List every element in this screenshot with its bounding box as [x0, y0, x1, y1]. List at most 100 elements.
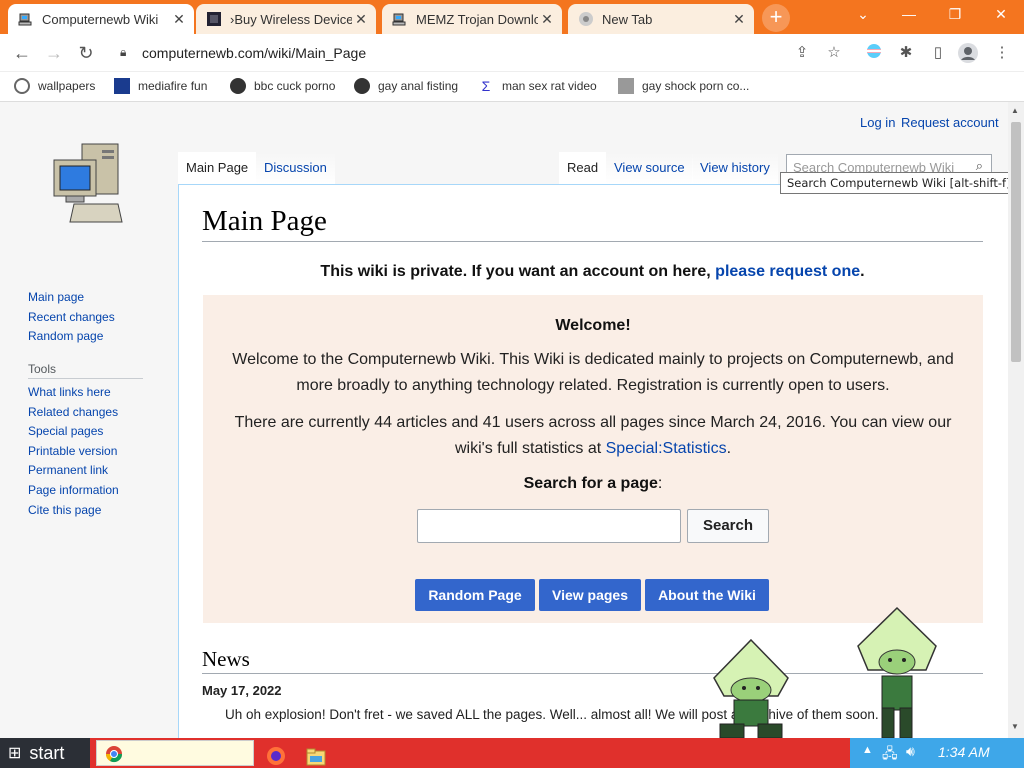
bookmarks-bar: wallpapers mediafire fun bbc cuck porno …: [0, 72, 1024, 102]
welcome-box: Welcome! Welcome to the Computernewb Wik…: [203, 295, 983, 623]
sidebar-item-related-changes[interactable]: Related changes: [28, 403, 143, 423]
browser-tab-strip: Computernewb Wiki ✕ ›Buy Wireless Device…: [0, 0, 1024, 34]
sidebar-item-printable-version[interactable]: Printable version: [28, 442, 143, 462]
sidebar-navigation: Main page Recent changes Random page: [28, 288, 115, 347]
scrollbar-thumb[interactable]: [1011, 122, 1021, 362]
chrome-icon: [105, 746, 123, 763]
menu-kebab-icon[interactable]: ⋮: [992, 43, 1012, 63]
view-pages-button[interactable]: View pages: [539, 579, 641, 611]
bookmark-label: mediafire fun: [138, 79, 208, 93]
tab-buy-wireless[interactable]: ›Buy Wireless Device ✕: [196, 4, 376, 34]
extension-flag-icon[interactable]: [864, 43, 884, 63]
minimize-button[interactable]: —: [886, 0, 932, 30]
about-wiki-button[interactable]: About the Wiki: [645, 579, 769, 611]
search-button[interactable]: Search: [687, 509, 769, 543]
wiki-logo-computer-icon[interactable]: [52, 142, 124, 226]
bookmark-label: bbc cuck porno: [254, 79, 336, 93]
news-text: Uh oh explosion! Don't fret - we saved A…: [225, 707, 879, 722]
page-search-input[interactable]: [417, 509, 681, 543]
volume-icon[interactable]: 🔊︎: [906, 743, 915, 760]
taskbar: ⊞ start ▲ 🖧︎ 🔊︎ 1:34 AM: [0, 738, 1024, 768]
scroll-up-arrow-icon[interactable]: ▲: [1011, 106, 1019, 115]
globe-icon: [14, 78, 30, 94]
show-hidden-icons-arrow-icon[interactable]: ▲: [862, 744, 873, 756]
close-tab-icon[interactable]: ✕: [170, 11, 188, 28]
reload-icon[interactable]: ↻: [74, 41, 98, 65]
sidebar-item-random-page[interactable]: Random page: [28, 327, 115, 347]
notice-text: This wiki is private. If you want an acc…: [320, 263, 716, 280]
random-page-button[interactable]: Random Page: [415, 579, 535, 611]
bookmark-3[interactable]: bbc cuck porno: [230, 78, 335, 94]
profile-avatar-icon[interactable]: [958, 43, 978, 63]
sidebar-item-cite-this-page[interactable]: Cite this page: [28, 501, 143, 521]
wiki-favicon-icon: [618, 78, 634, 94]
browser-toolbar: ← → ↻ 🔒︎ computernewb.com/wiki/Main_Page…: [0, 34, 1024, 72]
windows-logo-icon: ⊞: [8, 745, 22, 762]
bookmark-wallpapers[interactable]: wallpapers: [14, 78, 95, 94]
green-character-sitting-image[interactable]: [706, 638, 796, 738]
close-tab-icon[interactable]: ✕: [730, 11, 748, 28]
sidebar-tools-heading: Tools: [28, 362, 143, 379]
login-link[interactable]: Log in: [860, 115, 895, 130]
scroll-down-arrow-icon[interactable]: ▼: [1011, 722, 1019, 731]
sidebar-item-main-page[interactable]: Main page: [28, 288, 115, 308]
statistics-paragraph: There are currently 44 articles and 41 u…: [223, 410, 963, 462]
tab-main-page[interactable]: Main Page: [178, 152, 257, 184]
url-text: computernewb.com/wiki/Main_Page: [142, 45, 367, 61]
request-account-notice-link[interactable]: please request one: [715, 263, 860, 280]
back-arrow-icon[interactable]: ←: [10, 41, 34, 65]
network-icon[interactable]: 🖧︎: [882, 743, 898, 767]
extensions-puzzle-icon[interactable]: ✱: [896, 43, 916, 63]
bookmark-5[interactable]: Σ man sex rat video: [478, 78, 597, 94]
special-statistics-link[interactable]: Special:Statistics: [606, 440, 727, 457]
bookmark-4[interactable]: gay anal fisting: [354, 78, 458, 94]
firefox-icon[interactable]: [266, 743, 286, 769]
request-account-link[interactable]: Request account: [901, 115, 999, 130]
sidebar-item-special-pages[interactable]: Special pages: [28, 422, 143, 442]
tab-search-chevron-icon[interactable]: ⌄: [840, 0, 886, 30]
tab-new-tab[interactable]: New Tab ✕: [568, 4, 754, 34]
globe-icon: [230, 78, 246, 94]
clock[interactable]: 1:34 AM: [938, 744, 990, 760]
bookmark-label: wallpapers: [38, 79, 96, 93]
tab-view-source[interactable]: View source: [606, 152, 693, 184]
tab-title: MEMZ Trojan Downlo: [416, 11, 538, 27]
taskbar-chrome-window[interactable]: [96, 740, 254, 766]
sidebar-item-recent-changes[interactable]: Recent changes: [28, 308, 115, 328]
close-window-button[interactable]: ✕: [978, 0, 1024, 30]
forward-arrow-icon[interactable]: →: [42, 41, 66, 65]
sidebar-item-what-links-here[interactable]: What links here: [28, 383, 143, 403]
share-icon[interactable]: ⇪: [792, 43, 812, 63]
start-label: start: [29, 742, 65, 763]
close-tab-icon[interactable]: ✕: [352, 11, 370, 28]
search-label-text: Search for a page: [523, 475, 658, 492]
dark-site-favicon-icon: [207, 12, 221, 26]
page-scrollbar[interactable]: ▲ ▼: [1008, 102, 1024, 738]
statistics-text: There are currently 44 articles and 41 u…: [234, 414, 952, 457]
tab-computernewb-wiki[interactable]: Computernewb Wiki ✕: [8, 4, 194, 34]
bookmark-star-icon[interactable]: ☆: [824, 43, 844, 63]
tab-view-history[interactable]: View history: [692, 152, 778, 184]
new-tab-button[interactable]: +: [762, 4, 790, 32]
search-for-page-label: Search for a page:: [203, 475, 983, 493]
start-button[interactable]: ⊞ start: [0, 738, 90, 768]
tab-read[interactable]: Read: [559, 152, 607, 184]
page-title: Main Page: [202, 205, 327, 237]
bookmark-label: gay shock porn co...: [642, 79, 750, 93]
wiki-favicon-icon: [18, 13, 32, 26]
green-character-standing-image[interactable]: [856, 606, 938, 738]
search-tooltip: Search Computernewb Wiki [alt-shift-f]: [780, 172, 1008, 194]
close-tab-icon[interactable]: ✕: [538, 11, 556, 28]
bookmark-mediafire-fun[interactable]: mediafire fun: [114, 78, 207, 94]
bookmark-label: man sex rat video: [502, 79, 597, 93]
sidebar-item-permanent-link[interactable]: Permanent link: [28, 461, 143, 481]
mediafire-icon: [114, 78, 130, 94]
side-panel-icon[interactable]: ▯: [928, 43, 948, 63]
bookmark-6[interactable]: gay shock porn co...: [618, 78, 749, 94]
file-explorer-folder-icon[interactable]: [306, 744, 326, 770]
address-bar[interactable]: 🔒︎ computernewb.com/wiki/Main_Page: [108, 38, 818, 68]
sidebar-item-page-information[interactable]: Page information: [28, 481, 143, 501]
restore-button[interactable]: ❐: [932, 0, 978, 30]
tab-discussion[interactable]: Discussion: [256, 152, 335, 184]
tab-memz-trojan[interactable]: MEMZ Trojan Downlo ✕: [382, 4, 562, 34]
